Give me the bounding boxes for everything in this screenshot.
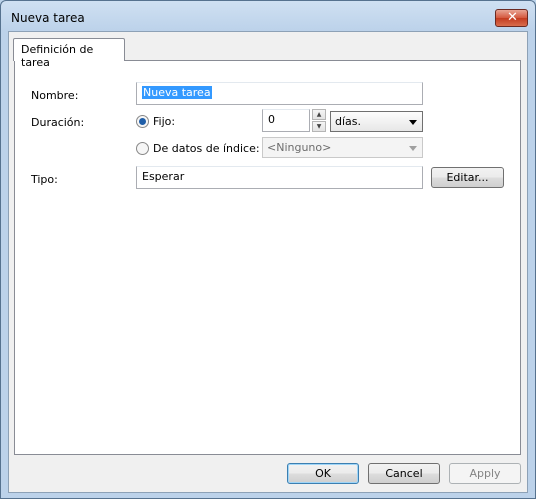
index-data-select[interactable]: <Ninguno> bbox=[262, 137, 423, 158]
index-data-value: <Ninguno> bbox=[267, 141, 332, 154]
spin-down-icon[interactable]: ▼ bbox=[312, 121, 326, 132]
type-field[interactable]: Esperar bbox=[136, 166, 423, 189]
type-label: Tipo: bbox=[31, 173, 58, 186]
index-data-label[interactable]: De datos de índice: bbox=[153, 142, 260, 155]
duration-unit-select[interactable]: días. bbox=[330, 111, 423, 132]
tab-definicion-de-tarea[interactable]: Definición de tarea bbox=[13, 38, 125, 69]
ok-button[interactable]: OK bbox=[287, 463, 359, 484]
chevron-down-icon bbox=[409, 120, 417, 125]
dialog-window: Nueva tarea ✕ Definición de tarea Nombre… bbox=[0, 0, 536, 499]
duration-unit-value: días. bbox=[335, 115, 362, 128]
close-button[interactable]: ✕ bbox=[495, 9, 528, 27]
fixed-radio[interactable] bbox=[136, 115, 149, 128]
close-icon: ✕ bbox=[507, 10, 518, 25]
duration-label: Duración: bbox=[31, 116, 85, 129]
name-label: Nombre: bbox=[31, 89, 79, 102]
tab-panel: Nombre: Nueva tarea Duración: Fijo: 0 ▲ … bbox=[14, 60, 521, 455]
fixed-label[interactable]: Fijo: bbox=[153, 115, 175, 128]
window-title: Nueva tarea bbox=[11, 11, 85, 25]
apply-button[interactable]: Apply bbox=[449, 463, 521, 484]
title-bar[interactable]: Nueva tarea ✕ bbox=[1, 1, 535, 31]
spin-up-icon[interactable]: ▲ bbox=[312, 109, 326, 120]
edit-button[interactable]: Editar... bbox=[431, 167, 504, 188]
fixed-value-spinner[interactable]: ▲ ▼ bbox=[312, 109, 326, 132]
fixed-value-input[interactable]: 0 bbox=[262, 109, 310, 132]
name-field-value: Nueva tarea bbox=[142, 86, 212, 99]
name-field[interactable]: Nueva tarea bbox=[136, 82, 423, 105]
cancel-button[interactable]: Cancel bbox=[368, 463, 440, 484]
chevron-down-icon bbox=[409, 146, 417, 151]
index-data-radio[interactable] bbox=[136, 142, 149, 155]
dialog-client-area: Definición de tarea Nombre: Nueva tarea … bbox=[8, 31, 528, 493]
